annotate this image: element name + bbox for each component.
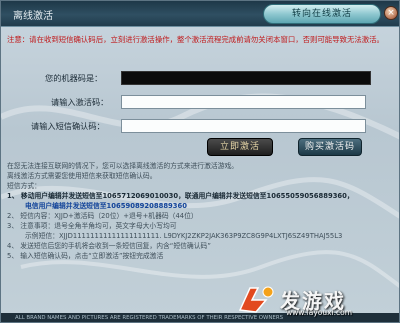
switch-to-online-activation-button[interactable]: 转向在线激活 xyxy=(263,4,381,24)
info-line: 2、 短信内容：XJJD+激活码（20位）+退号+机器码（44位） xyxy=(7,212,198,220)
activation-code-input[interactable] xyxy=(121,95,366,109)
offline-activation-window: 离线激活 转向在线激活 × 注意：请在收到短信确认码后，立刻进行激活操作，整个激… xyxy=(0,0,400,323)
window-title: 离线激活 xyxy=(13,11,53,22)
activation-code-label: 请输入激活码： xyxy=(51,97,109,107)
info-line: 1、 移动用户编辑并发送短信至1065712069010030，联通用户编辑并发… xyxy=(7,192,354,200)
sms-code-input[interactable] xyxy=(121,119,366,133)
sms-code-label: 请输入短信确认码： xyxy=(31,121,105,131)
info-line: 示例短信：XJJD11111111111111111111. L9DYKJ2ZK… xyxy=(25,232,343,240)
info-line: 电信用户编辑并发送短信至10659089208889360 xyxy=(25,202,187,210)
fayouxi-logo-icon xyxy=(238,286,274,313)
info-line: 4、 发送短信后您的手机将会收到一条短信回复，内含“短信确认码” xyxy=(7,242,211,250)
instructions-block: 在您无法连接互联网的情况下，您可以选择离线激活的方式来进行激活游戏。 离线激活方… xyxy=(7,161,397,261)
warning-notice: 注意：请在收到短信确认码后，立刻进行激活操作，整个激活流程完成前请勿关闭本窗口，… xyxy=(7,35,384,44)
info-line: 在您无法连接互联网的情况下，您可以选择离线激活的方式来进行激活游戏。 xyxy=(7,162,239,170)
activate-now-button[interactable]: 立即激活 xyxy=(207,138,273,156)
info-line: 5、 输入短信确认码，点击“立即激活”按钮完成激活 xyxy=(7,252,164,260)
watermark-url: www.fayouxi.com xyxy=(286,308,353,317)
watermark-logo: 发游戏 www.fayouxi.com xyxy=(236,284,376,320)
machine-code-label: 您的机器码是： xyxy=(45,73,103,83)
buy-activation-code-button[interactable]: 购买激活码 xyxy=(298,138,362,156)
info-line: 离线激活方式需要您使用短信来获取短信确认码。 xyxy=(7,172,157,180)
info-line: 短信方式： xyxy=(7,182,41,190)
info-line: 3、 注意事项：退号全角半角均可，英文字母大小写均可 xyxy=(7,222,177,230)
title-bar: 离线激活 转向在线激活 × xyxy=(1,1,399,27)
close-button[interactable]: × xyxy=(384,6,398,20)
machine-code-field xyxy=(121,71,371,85)
